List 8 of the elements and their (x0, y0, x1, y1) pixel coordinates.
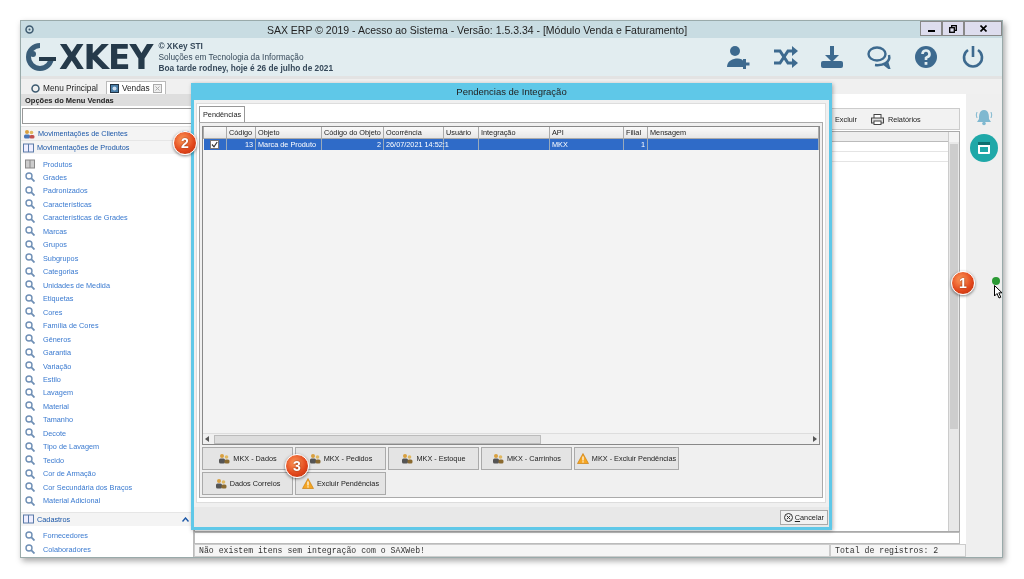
record-count: Total de registros: 2 (830, 544, 966, 557)
company-name: © XKey STI (158, 40, 204, 52)
greeting-text: Boa tarde rodney, hoje é 26 de julho de 2021 (158, 62, 334, 74)
logo-text: XKEY (59, 40, 153, 74)
window-title: SAX ERP © 2019 - Acesso ao Sistema - Versão: 1.5.3.34 - [Módulo Venda e Faturamento] (265, 23, 689, 36)
tagline: Soluções em Tecnologia da Informação (158, 51, 305, 63)
status-message: Não existem itens sem integração com o SAXWeb! (194, 544, 830, 557)
dialog-title: Pendencias de Integração (194, 83, 829, 100)
